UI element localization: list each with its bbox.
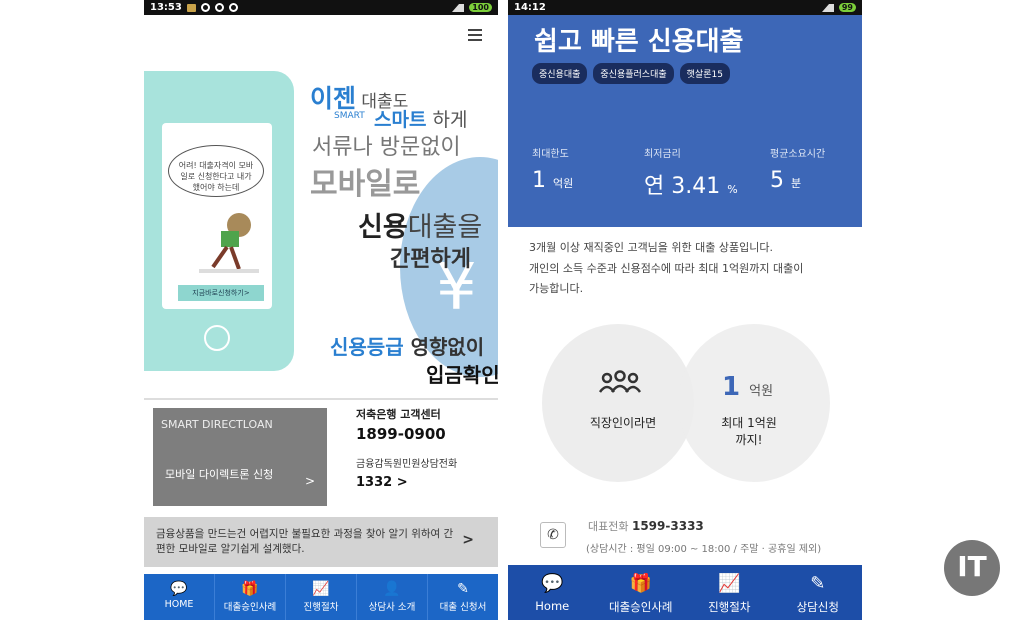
tag-list: 중신용대출 중신용플러스대출 햇살론15	[532, 63, 730, 84]
left-phone-screen: 13:53 100 ¥ 어려! 대출자격이 모바일로 신청한다고 내가 했어야 …	[144, 0, 498, 620]
speech-bubble: 어려! 대출자격이 모바일로 신청한다고 내가 했어야 하는데	[168, 145, 264, 197]
divider	[144, 398, 498, 400]
status-bar: 14:12 99	[508, 0, 862, 15]
person-icon: 👤	[383, 581, 401, 597]
page-title: 쉽고 빠른 신용대출	[534, 27, 744, 57]
nav-consult[interactable]: ✎ 상담신청	[774, 565, 863, 620]
gift-icon: 🎁	[629, 573, 652, 594]
bottom-nav: 💬 Home 🎁 대출승인사례 📈 진행절차 ✎ 상담신청	[508, 565, 862, 620]
phone-illustration: 어려! 대출자격이 모바일로 신청한다고 내가 했어야 하는데 지금바로신청하기…	[144, 71, 294, 371]
signal-icon	[452, 3, 465, 12]
chevron-right-icon: >	[304, 474, 315, 488]
person-illustration	[199, 213, 259, 273]
menu-icon[interactable]	[468, 29, 482, 41]
direct-loan-title: SMART DIRECTLOAN	[161, 418, 273, 431]
fss-phone-link[interactable]: 1332 >	[356, 475, 496, 490]
pencil-icon: ✎	[457, 581, 469, 597]
battery-icon: 100	[469, 3, 492, 12]
signal-icon	[821, 3, 834, 12]
people-icon	[598, 370, 642, 393]
representative-phone[interactable]: 대표전화 1599-3333	[588, 518, 704, 534]
notification-icon	[200, 3, 210, 12]
tag-mid-credit[interactable]: 중신용대출	[532, 63, 588, 84]
direct-loan-label: 모바일 다이렉트론 신청	[165, 468, 274, 481]
site-logo: IT	[944, 540, 1000, 596]
tag-sunshine-loan[interactable]: 햇살론15	[679, 63, 730, 84]
nav-approval-cases[interactable]: 🎁 대출승인사례	[215, 574, 286, 620]
pencil-icon: ✎	[810, 573, 826, 594]
nav-home[interactable]: 💬 Home	[508, 565, 597, 620]
top-bar	[144, 15, 498, 55]
apply-now-button[interactable]: 지금바로신청하기>	[178, 285, 264, 301]
notice-text: 금융상품을 만드는건 어렵지만 불필요한 과정을 찾아 알기 위하여 간편한 모…	[156, 528, 454, 555]
stat-min-rate: 최저금리 연 3.41 %	[644, 149, 738, 199]
header-panel: 쉽고 빠른 신용대출 중신용대출 중신용플러스대출 햇살론15 최대한도 1 억…	[508, 15, 862, 227]
nav-counselor[interactable]: 👤 상담사 소개	[357, 574, 428, 620]
gift-icon: 🎁	[241, 581, 259, 597]
direct-loan-button[interactable]: SMART DIRECTLOAN 모바일 다이렉트론 신청 >	[153, 408, 327, 506]
notification-icon	[228, 3, 238, 12]
notification-icon	[214, 3, 224, 12]
status-time: 13:53	[150, 2, 182, 13]
battery-icon: 99	[838, 3, 856, 12]
hero-banner[interactable]: ¥ 어려! 대출자격이 모바일로 신청한다고 내가 했어야 하는데 지금바로신청…	[144, 55, 498, 395]
status-bar: 13:53 100	[144, 0, 498, 15]
customer-center: 저축은행 고객센터 1899-0900 금융감독원민원상담전화 1332 >	[356, 406, 496, 490]
nav-application[interactable]: ✎ 대출 신청서	[428, 574, 498, 620]
nav-process[interactable]: 📈 진행절차	[685, 565, 774, 620]
chat-icon: 💬	[541, 573, 564, 594]
chart-up-icon: 📈	[312, 581, 330, 597]
stat-max-limit: 최대한도 1 억원	[532, 149, 574, 193]
nav-home[interactable]: 💬 HOME	[144, 574, 215, 620]
status-time: 14:12	[514, 2, 546, 13]
stat-avg-time: 평균소요시간 5 분	[770, 149, 826, 193]
notice-banner[interactable]: 금융상품을 만드는건 어렵지만 불필요한 과정을 찾아 알기 위하여 간편한 모…	[144, 517, 498, 567]
nav-process[interactable]: 📈 진행절차	[286, 574, 357, 620]
chart-up-icon: 📈	[718, 573, 741, 594]
product-description: 3개월 이상 재직중인 고객님을 위한 대출 상품입니다. 개인의 소득 수준과…	[529, 241, 804, 295]
right-phone-screen: 14:12 99 쉽고 빠른 신용대출 중신용대출 중신용플러스대출 햇살론15…	[508, 0, 862, 620]
circle-amount: 1 억원	[722, 372, 774, 402]
customer-center-phone[interactable]: 1899-0900	[356, 425, 496, 443]
consult-hours: (상담시간 : 평일 09:00 ~ 18:00 / 주말 · 공휴일 제외)	[586, 544, 822, 555]
chevron-right-icon: >	[462, 532, 474, 548]
circle-amount-label: 최대 1억원 까지!	[721, 416, 777, 447]
circle-worker-label: 직장인이라면	[589, 416, 657, 430]
nav-approval-cases[interactable]: 🎁 대출승인사례	[597, 565, 686, 620]
phone-icon[interactable]: ✆	[540, 522, 566, 548]
notification-icon	[186, 3, 196, 12]
tag-mid-credit-plus[interactable]: 중신용플러스대출	[593, 63, 674, 84]
phone-home-button-icon	[204, 325, 230, 351]
chat-icon: 💬	[170, 581, 188, 597]
bottom-nav: 💬 HOME 🎁 대출승인사례 📈 진행절차 👤 상담사 소개 ✎ 대출 신청서	[144, 574, 498, 620]
feature-circles	[542, 324, 832, 484]
